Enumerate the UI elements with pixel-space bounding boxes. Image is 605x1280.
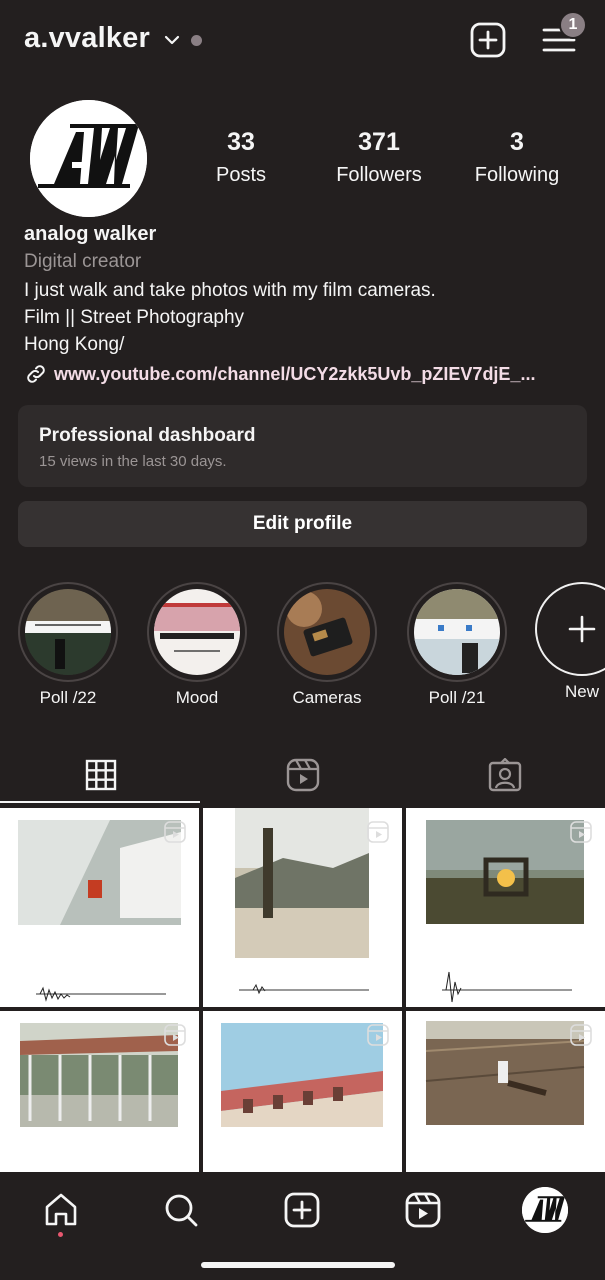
highlight-cameras[interactable]: Cameras bbox=[277, 582, 377, 708]
highlight-label: Cameras bbox=[292, 688, 362, 707]
posts-label: Posts bbox=[215, 164, 267, 186]
highlight-poll-22[interactable]: Poll /22 bbox=[18, 582, 118, 708]
chevron-down-icon[interactable] bbox=[162, 30, 182, 50]
profile-link[interactable]: www.youtube.com/channel/UCY2zkk5Uvb_pZIE… bbox=[24, 362, 584, 386]
reel-badge-icon bbox=[570, 821, 592, 843]
grid-icon bbox=[85, 759, 116, 791]
link-icon bbox=[27, 365, 45, 383]
bio-line: I just walk and take photos with my film… bbox=[24, 280, 436, 301]
notification-badge: 1 bbox=[559, 11, 587, 39]
reel-badge-icon bbox=[570, 1024, 592, 1046]
aw-logo-icon bbox=[30, 100, 147, 217]
highlight-cover-image bbox=[25, 589, 111, 675]
grid-post[interactable] bbox=[406, 808, 605, 1007]
account-status-dot bbox=[191, 35, 202, 46]
reels-icon[interactable] bbox=[403, 1190, 443, 1230]
tab-posts-grid[interactable] bbox=[0, 745, 201, 805]
tab-tagged[interactable] bbox=[404, 745, 605, 805]
highlight-label: Poll /21 bbox=[428, 688, 486, 707]
bio-line: Film || Street Photography bbox=[24, 307, 245, 328]
following-count: 3 bbox=[510, 128, 524, 156]
dashboard-subtitle: 15 views in the last 30 days. bbox=[39, 453, 227, 470]
home-notification-dot bbox=[58, 1232, 63, 1237]
professional-dashboard-card[interactable]: Professional dashboard 15 views in the l… bbox=[18, 405, 587, 487]
home-icon[interactable] bbox=[41, 1190, 81, 1230]
highlight-label: New bbox=[565, 682, 600, 701]
create-post-icon[interactable] bbox=[470, 22, 506, 58]
stat-followers[interactable]: 371 Followers bbox=[314, 128, 444, 187]
username-title[interactable]: a.vvalker bbox=[24, 22, 150, 55]
stat-following[interactable]: 3 Following bbox=[452, 128, 582, 187]
new-highlight-button[interactable] bbox=[535, 582, 605, 676]
gesture-home-bar[interactable] bbox=[201, 1262, 395, 1268]
bio-line: Hong Kong/ bbox=[24, 334, 125, 355]
followers-label: Followers bbox=[336, 164, 422, 186]
selected-tab-indicator bbox=[0, 801, 200, 803]
highlight-label: Poll /22 bbox=[39, 688, 97, 707]
highlight-label: Mood bbox=[175, 688, 219, 707]
profile-avatar-nav[interactable] bbox=[522, 1187, 568, 1233]
followers-count: 371 bbox=[358, 128, 400, 156]
reels-icon bbox=[286, 758, 319, 792]
highlight-mood[interactable]: Mood bbox=[147, 582, 247, 708]
plus-icon bbox=[568, 615, 596, 643]
highlight-cover-image bbox=[284, 589, 370, 675]
reel-badge-icon bbox=[164, 821, 186, 843]
highlight-poll-21[interactable]: Poll /21 bbox=[407, 582, 507, 708]
grid-post[interactable] bbox=[203, 808, 402, 1007]
profile-display-name: analog walker bbox=[24, 223, 157, 245]
profile-header: a.vvalker 1 bbox=[0, 0, 605, 84]
tagged-icon bbox=[488, 758, 521, 792]
profile-link-text: www.youtube.com/channel/UCY2zkk5Uvb_pZIE… bbox=[54, 363, 536, 384]
create-icon[interactable] bbox=[282, 1190, 322, 1230]
highlight-new[interactable]: New bbox=[535, 582, 605, 702]
grid-post[interactable] bbox=[0, 808, 199, 1007]
search-icon[interactable] bbox=[161, 1190, 201, 1230]
following-label: Following bbox=[474, 164, 560, 186]
bottom-navigation bbox=[0, 1172, 605, 1280]
stat-posts[interactable]: 33 Posts bbox=[176, 128, 306, 187]
aw-logo-icon bbox=[522, 1187, 568, 1233]
profile-category: Digital creator bbox=[24, 251, 142, 272]
reel-badge-icon bbox=[367, 821, 389, 843]
edit-profile-button[interactable]: Edit profile bbox=[18, 501, 587, 547]
profile-avatar[interactable] bbox=[30, 100, 147, 217]
profile-content-tabs bbox=[0, 745, 605, 805]
highlight-cover-image bbox=[154, 589, 240, 675]
highlight-cover-image bbox=[414, 589, 500, 675]
posts-count: 33 bbox=[227, 128, 255, 156]
dashboard-title: Professional dashboard bbox=[39, 425, 256, 446]
reel-badge-icon bbox=[367, 1024, 389, 1046]
tab-reels[interactable] bbox=[202, 745, 403, 805]
reel-badge-icon bbox=[164, 1024, 186, 1046]
